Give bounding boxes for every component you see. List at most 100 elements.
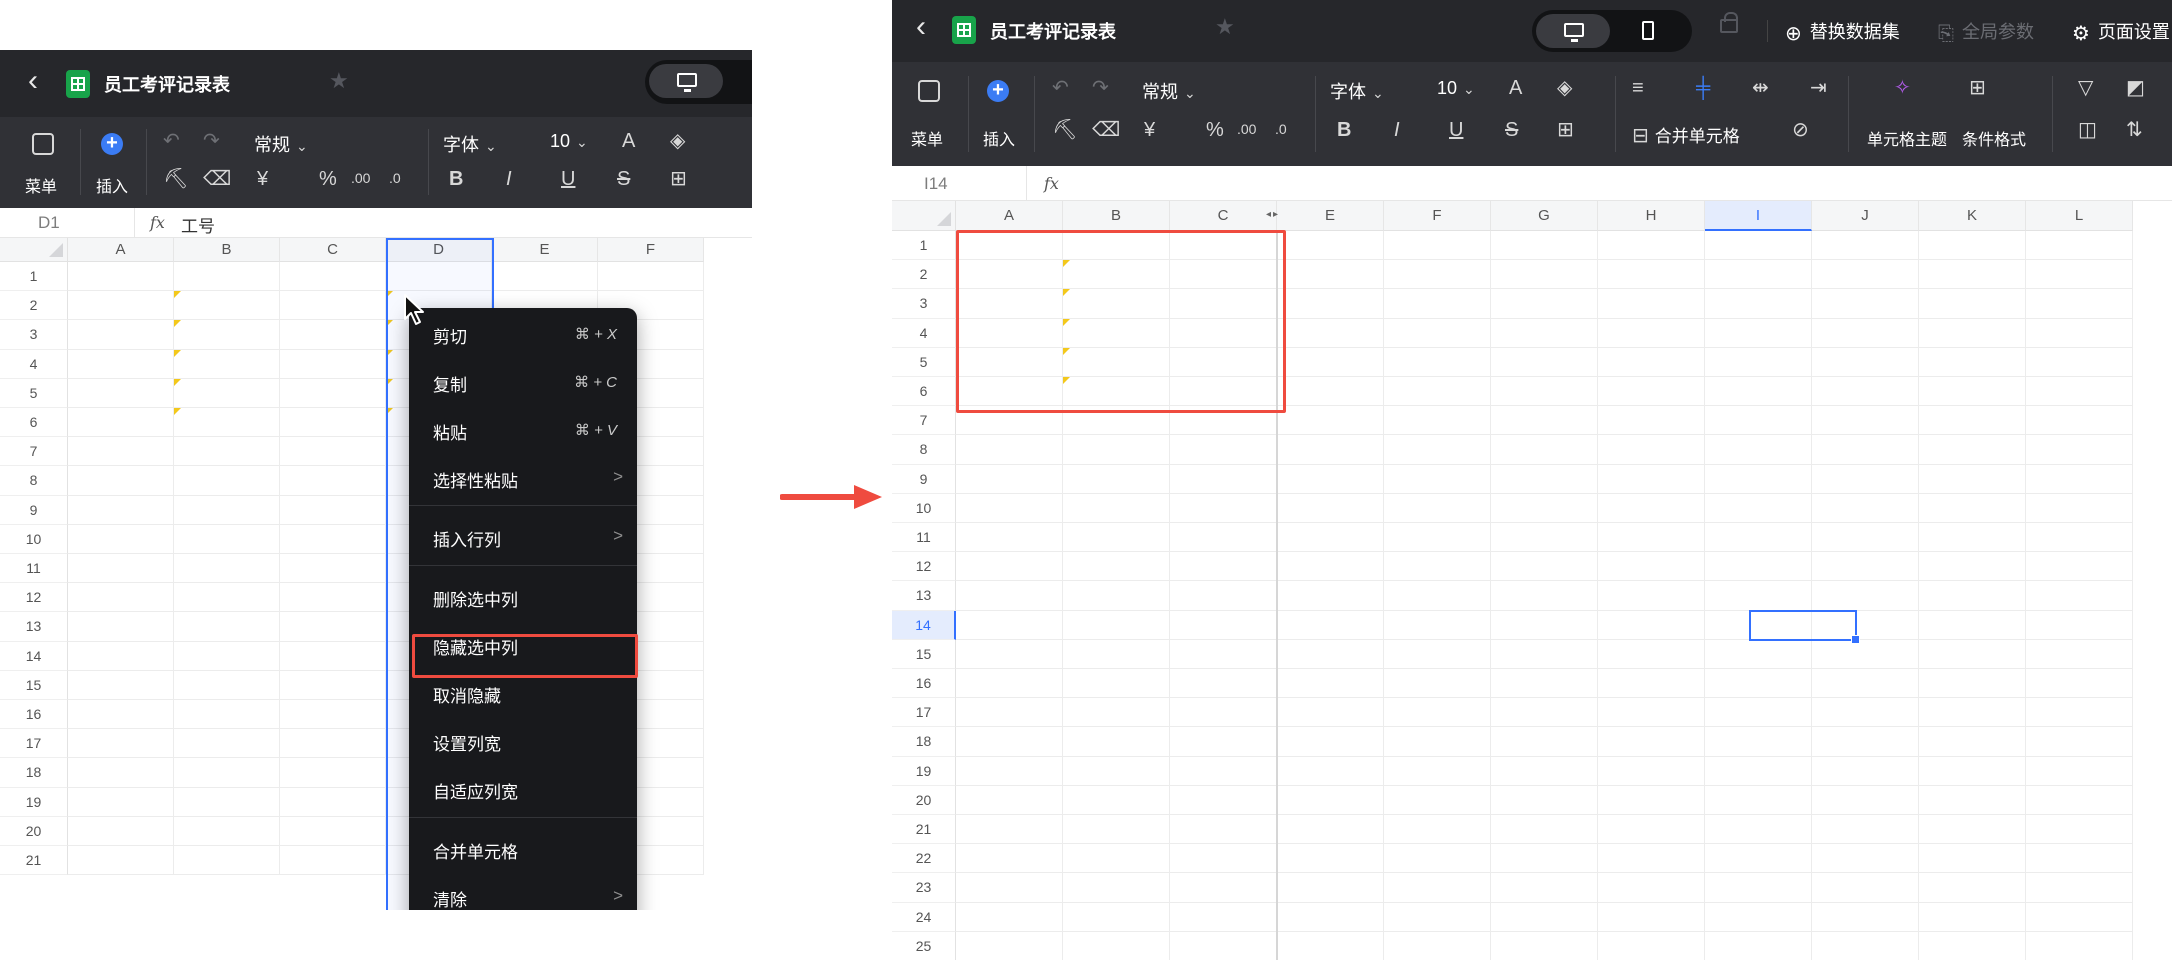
grid-cell[interactable]	[1705, 756, 1812, 786]
column-header-l[interactable]: L	[2026, 201, 2133, 231]
cell-b1[interactable]	[174, 262, 280, 291]
grid-cell[interactable]	[2026, 669, 2133, 699]
row-header-24[interactable]: 24	[892, 902, 956, 932]
grid-cell[interactable]	[1277, 435, 1384, 465]
column-header-f[interactable]: F	[1384, 201, 1491, 231]
grid-cell[interactable]	[174, 670, 280, 700]
grid-cell[interactable]	[1812, 669, 1919, 699]
grid-cell[interactable]	[68, 670, 174, 700]
column-header-i[interactable]: I	[1705, 201, 1812, 231]
grid-cell[interactable]	[174, 612, 280, 642]
page-settings-button[interactable]: ⚙ 页面设置	[2072, 18, 2170, 46]
grid-cell[interactable]	[956, 785, 1063, 815]
row-header-13[interactable]: 13	[0, 612, 68, 642]
cell-c5[interactable]	[280, 379, 386, 408]
cell-e5[interactable]	[1277, 348, 1384, 377]
row-header-16[interactable]: 16	[0, 700, 68, 730]
grid-cell[interactable]	[1491, 785, 1598, 815]
grid-cell[interactable]	[1277, 756, 1384, 786]
grid-cell[interactable]	[1063, 727, 1170, 757]
grid-cell[interactable]	[1063, 698, 1170, 728]
grid-cell[interactable]	[1491, 669, 1598, 699]
grid-cell[interactable]	[1598, 493, 1705, 523]
mobile-view-button[interactable]	[1612, 14, 1686, 48]
spreadsheet-grid[interactable]: A B C D E F 1 2 3 4 5 6 7 8 9 10 11 12 13 14 15 16 17 18 19 20 21	[0, 238, 752, 910]
indent-icon[interactable]: ⇥	[1810, 78, 1827, 98]
grid-cell[interactable]	[1063, 435, 1170, 465]
grid-cell[interactable]	[2026, 523, 2133, 553]
grid-cell[interactable]	[1170, 727, 1277, 757]
grid-cell[interactable]	[1277, 931, 1384, 960]
grid-cell[interactable]	[1812, 756, 1919, 786]
grid-cell[interactable]	[1063, 815, 1170, 845]
grid-cell[interactable]	[2026, 289, 2133, 319]
cell-c4[interactable]	[280, 350, 386, 379]
grid-cell[interactable]	[1277, 493, 1384, 523]
bold-icon[interactable]: B	[449, 169, 463, 189]
cell-a6[interactable]	[68, 408, 174, 437]
star-icon[interactable]: ★	[1215, 14, 1235, 40]
cell-e2[interactable]	[1277, 260, 1384, 289]
grid-cell[interactable]	[956, 669, 1063, 699]
grid-cell[interactable]	[1170, 464, 1277, 494]
grid-cell[interactable]	[1919, 260, 2026, 290]
column-header-f[interactable]: F	[598, 238, 704, 262]
percent-icon[interactable]: %	[1206, 120, 1224, 140]
grid-cell[interactable]	[1598, 581, 1705, 611]
grid-cell[interactable]	[1598, 639, 1705, 669]
grid-cell[interactable]	[280, 670, 386, 700]
column-header-b[interactable]: B	[1063, 201, 1170, 231]
grid-cell[interactable]	[1705, 785, 1812, 815]
row-header-8[interactable]: 8	[892, 435, 956, 465]
grid-cell[interactable]	[68, 816, 174, 846]
grid-cell[interactable]	[1919, 785, 2026, 815]
global-params-button[interactable]: ⎘ 全局参数	[1938, 18, 2034, 46]
hidden-column-indicator[interactable]: ◂▸	[1266, 209, 1280, 220]
column-header-a[interactable]: A	[68, 238, 174, 262]
grid-cell[interactable]	[68, 495, 174, 525]
grid-cell[interactable]	[1170, 581, 1277, 611]
grid-cell[interactable]	[174, 524, 280, 554]
grid-cell[interactable]	[1705, 931, 1812, 960]
row-header-22[interactable]: 22	[892, 844, 956, 874]
grid-cell[interactable]	[1919, 727, 2026, 757]
row-header-1[interactable]: 1	[892, 231, 956, 261]
grid-cell[interactable]	[1063, 873, 1170, 903]
grid-cell[interactable]	[68, 729, 174, 759]
grid-cell[interactable]	[1598, 231, 1705, 261]
grid-cell[interactable]	[1919, 873, 2026, 903]
grid-cell[interactable]	[2026, 377, 2133, 407]
grid-cell[interactable]	[2026, 698, 2133, 728]
back-button[interactable]: ‹	[916, 12, 926, 42]
number-format-select[interactable]: 常规 ⌄	[254, 131, 308, 157]
cell-b4[interactable]	[174, 349, 280, 379]
grid-cell[interactable]	[1598, 844, 1705, 874]
grid-cell[interactable]	[1919, 523, 2026, 553]
cell-theme-icon[interactable]: ✧	[1894, 78, 1911, 98]
grid-cell[interactable]	[1598, 873, 1705, 903]
grid-cell[interactable]	[1705, 581, 1812, 611]
insert-icon[interactable]: +	[101, 133, 123, 155]
grid-cell[interactable]	[956, 610, 1063, 640]
row-header-15[interactable]: 15	[0, 670, 68, 700]
grid-cell[interactable]	[1063, 669, 1170, 699]
grid-cell[interactable]	[1598, 318, 1705, 348]
grid-cell[interactable]	[280, 524, 386, 554]
grid-cell[interactable]	[1170, 552, 1277, 582]
grid-cell[interactable]	[1277, 669, 1384, 699]
grid-cell[interactable]	[2026, 727, 2133, 757]
grid-cell[interactable]	[68, 700, 174, 730]
row-header-14[interactable]: 14	[0, 641, 68, 671]
grid-cell[interactable]	[956, 873, 1063, 903]
grid-cell[interactable]	[1812, 902, 1919, 932]
grid-cell[interactable]	[1705, 406, 1812, 436]
grid-cell[interactable]	[492, 262, 598, 292]
insert-icon[interactable]: +	[987, 80, 1009, 102]
grid-cell[interactable]	[1812, 785, 1919, 815]
grid-cell[interactable]	[1598, 260, 1705, 290]
grid-cell[interactable]	[1705, 552, 1812, 582]
grid-cell[interactable]	[1598, 435, 1705, 465]
grid-cell[interactable]	[1384, 552, 1491, 582]
grid-cell[interactable]	[1384, 231, 1491, 261]
grid-cell[interactable]	[1170, 698, 1277, 728]
